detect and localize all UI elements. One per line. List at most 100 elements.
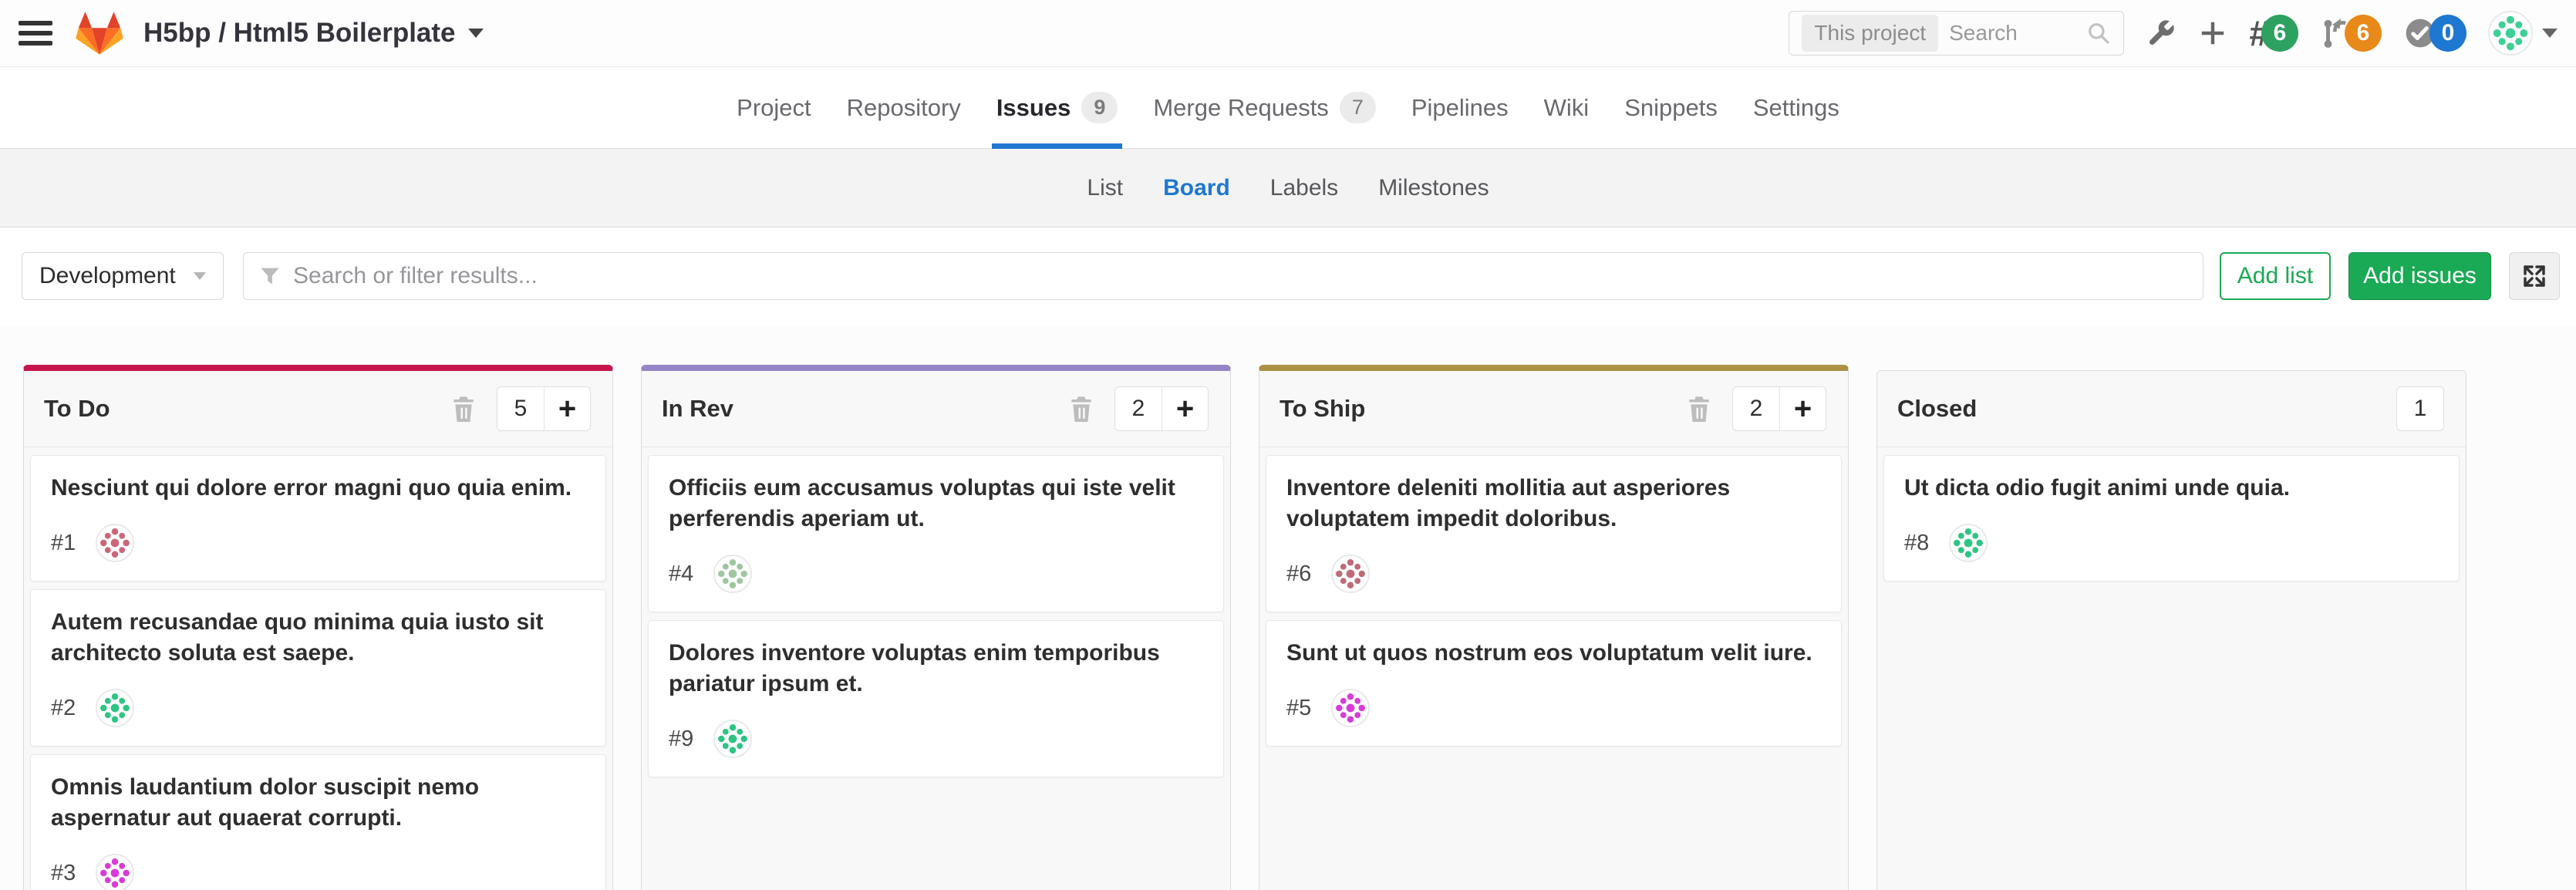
todos-count-badge: 0 — [2429, 15, 2466, 52]
assignee-avatar — [1331, 555, 1370, 593]
list-header: In Rev 2 + — [642, 371, 1230, 447]
global-search-box[interactable]: This project — [1789, 11, 2124, 56]
issue-title[interactable]: Ut dicta odio fugit animi unde quia. — [1904, 473, 2439, 504]
merge-requests-button[interactable]: 6 — [2320, 15, 2382, 52]
issue-card[interactable]: Dolores inventore voluptas enim temporib… — [648, 620, 1224, 777]
assignee-avatar — [713, 720, 752, 758]
issue-number: #9 — [669, 726, 693, 752]
tab-repository[interactable]: Repository — [847, 67, 961, 148]
card-list: Inventore deleniti mollitia aut asperior… — [1259, 447, 1848, 754]
list-title: To Do — [44, 395, 450, 423]
list-title: Closed — [1897, 395, 2396, 423]
tab-issues[interactable]: Issues 9 — [996, 67, 1118, 148]
list-header: To Do 5 + — [24, 371, 612, 447]
board-filter-input[interactable] — [293, 263, 2187, 289]
project-title[interactable]: H5bp / Html5 Boilerplate — [143, 18, 456, 49]
menu-icon[interactable] — [19, 21, 52, 46]
issue-card[interactable]: Sunt ut quos nostrum eos voluptatum veli… — [1266, 620, 1842, 747]
list-count: 2 — [1115, 387, 1162, 430]
card-list: Officiis eum accusamus voluptas qui iste… — [642, 447, 1230, 785]
issue-title[interactable]: Dolores inventore voluptas enim temporib… — [669, 638, 1203, 700]
issue-title[interactable]: Nesciunt qui dolore error magni quo quia… — [51, 473, 585, 504]
subtab-milestones[interactable]: Milestones — [1378, 175, 1489, 201]
card-list: Ut dicta odio fugit animi unde quia. #8 — [1877, 447, 2466, 589]
top-bar: H5bp / Html5 Boilerplate This project # … — [0, 0, 2576, 67]
issue-board: To Do 5 + Nesciunt qui dolore error magn… — [0, 326, 2576, 890]
issues-subnav: List Board Labels Milestones — [0, 149, 2576, 228]
trash-icon — [1686, 394, 1712, 423]
issue-card[interactable]: Inventore deleniti mollitia aut asperior… — [1266, 455, 1842, 612]
gitlab-logo-icon[interactable] — [76, 11, 123, 56]
board-list-to-ship: To Ship 2 + Inventore deleniti mollitia … — [1259, 365, 1849, 890]
issue-number: #5 — [1286, 696, 1311, 721]
add-list-button[interactable]: Add list — [2220, 252, 2331, 300]
dropdown-caret-icon — [194, 272, 206, 280]
subtab-board[interactable]: Board — [1163, 175, 1230, 201]
issue-number: #3 — [51, 861, 76, 886]
list-count-group: 2 + — [1114, 386, 1209, 431]
tab-settings[interactable]: Settings — [1753, 67, 1839, 148]
new-issue-button[interactable]: + — [1779, 387, 1826, 430]
issues-count-badge: 6 — [2261, 15, 2298, 52]
list-title: To Ship — [1280, 395, 1686, 423]
tab-project[interactable]: Project — [737, 67, 811, 148]
tab-snippets[interactable]: Snippets — [1624, 67, 1718, 148]
board-filter-bar: Development Add list Add issues — [0, 228, 2576, 326]
add-issues-button[interactable]: Add issues — [2348, 252, 2491, 300]
issues-tab-badge: 9 — [1081, 92, 1118, 123]
issue-card[interactable]: Ut dicta odio fugit animi unde quia. #8 — [1883, 455, 2460, 582]
assignee-avatar — [96, 854, 134, 890]
issue-title[interactable]: Officiis eum accusamus voluptas qui iste… — [669, 473, 1203, 534]
list-count: 2 — [1733, 387, 1779, 430]
new-plus-icon[interactable] — [2198, 19, 2227, 48]
issue-number: #8 — [1904, 531, 1929, 556]
issue-card[interactable]: Autem recusandae quo minima quia iusto s… — [30, 589, 606, 747]
board-list-closed: Closed 1 Ut dicta odio fugit animi unde … — [1876, 370, 2466, 890]
new-issue-button[interactable]: + — [1162, 387, 1208, 430]
issue-card[interactable]: Nesciunt qui dolore error magni quo quia… — [30, 455, 606, 582]
user-menu[interactable] — [2488, 11, 2557, 56]
project-switcher-caret-icon[interactable] — [468, 29, 484, 38]
filter-funnel-icon — [259, 265, 281, 287]
milestone-dropdown[interactable]: Development — [22, 252, 224, 300]
tab-pipelines[interactable]: Pipelines — [1411, 67, 1509, 148]
assignee-avatar — [1949, 524, 1988, 562]
todos-button[interactable]: 0 — [2403, 15, 2466, 52]
issue-title[interactable]: Omnis laudantium dolor suscipit nemo asp… — [51, 772, 585, 834]
issue-card[interactable]: Officiis eum accusamus voluptas qui iste… — [648, 455, 1224, 612]
list-count-group: 1 — [2396, 386, 2444, 431]
issue-title[interactable]: Autem recusandae quo minima quia iusto s… — [51, 607, 585, 669]
list-header: Closed 1 — [1877, 371, 2466, 447]
issue-card[interactable]: Omnis laudantium dolor suscipit nemo asp… — [30, 754, 606, 890]
issue-number: #1 — [51, 531, 76, 556]
search-scope-chip: This project — [1802, 15, 1938, 52]
subtab-list[interactable]: List — [1087, 175, 1123, 201]
project-nav: Project Repository Issues 9 Merge Reques… — [0, 67, 2576, 149]
search-icon — [2086, 21, 2111, 46]
list-header: To Ship 2 + — [1259, 371, 1848, 447]
tab-wiki[interactable]: Wiki — [1544, 67, 1590, 148]
subtab-labels[interactable]: Labels — [1270, 175, 1338, 201]
issue-title[interactable]: Sunt ut quos nostrum eos voluptatum veli… — [1286, 638, 1821, 669]
merge-requests-tab-badge: 7 — [1340, 92, 1376, 123]
admin-wrench-icon[interactable] — [2146, 18, 2176, 49]
search-input[interactable] — [1949, 21, 2075, 46]
user-avatar[interactable] — [2488, 11, 2533, 56]
list-count-group: 2 + — [1732, 386, 1826, 431]
delete-list-button[interactable] — [1686, 393, 1714, 424]
issues-dashboard-button[interactable]: # 6 — [2249, 15, 2298, 52]
issue-number: #6 — [1286, 561, 1311, 587]
trash-icon — [450, 394, 477, 423]
issue-number: #2 — [51, 696, 76, 721]
assignee-avatar — [713, 555, 752, 593]
board-search-filter[interactable] — [243, 252, 2203, 300]
delete-list-button[interactable] — [450, 393, 478, 424]
board-list-todo: To Do 5 + Nesciunt qui dolore error magn… — [23, 365, 613, 890]
tab-merge-requests[interactable]: Merge Requests 7 — [1153, 67, 1375, 148]
delete-list-button[interactable] — [1068, 393, 1096, 424]
user-menu-caret-icon — [2542, 29, 2557, 38]
issue-title[interactable]: Inventore deleniti mollitia aut asperior… — [1286, 473, 1821, 534]
fullscreen-button[interactable] — [2509, 252, 2560, 300]
new-issue-button[interactable]: + — [544, 387, 590, 430]
list-count: 5 — [497, 387, 544, 430]
